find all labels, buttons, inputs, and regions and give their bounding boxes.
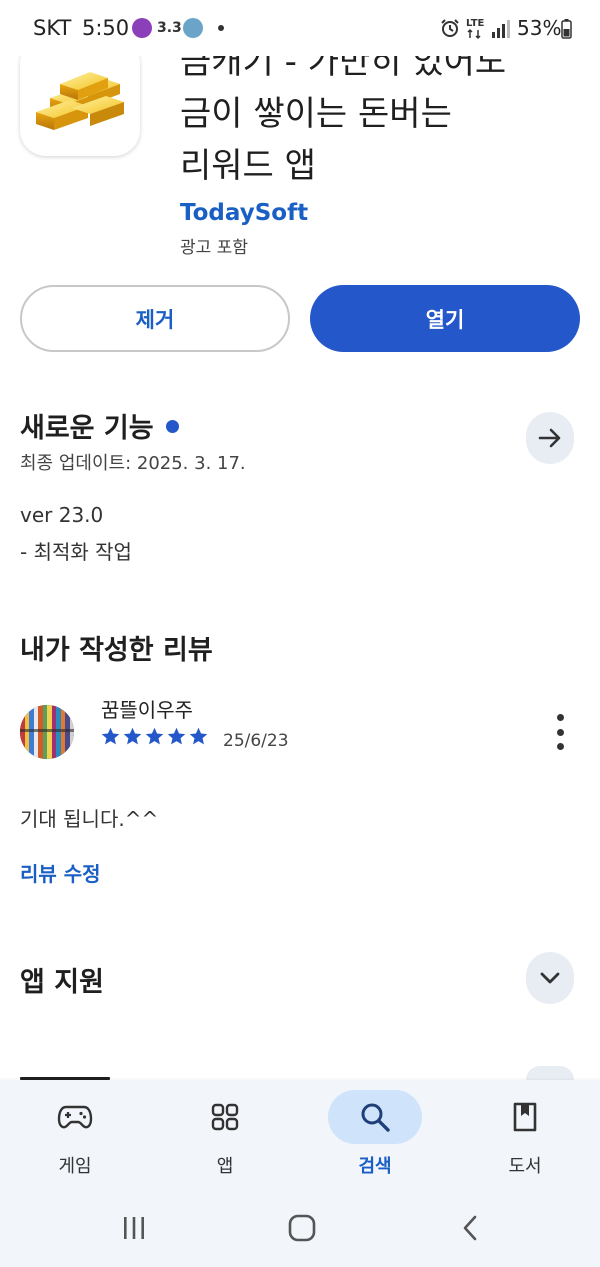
battery-percent: 53% bbox=[517, 16, 562, 40]
notification-game-icon bbox=[183, 18, 203, 38]
nav-icon-pill-active bbox=[328, 1090, 422, 1144]
app-support-heading[interactable]: 앱 지원 bbox=[20, 960, 104, 999]
nav-label-apps: 앱 bbox=[216, 1156, 234, 1177]
bottom-navigation: 게임 앱 검색 도서 bbox=[0, 1080, 600, 1190]
notification-badge-text: 3.3 bbox=[157, 20, 182, 36]
recent-apps-icon bbox=[124, 1217, 144, 1239]
app-title-line-2: 금이 쌓이는 돈버는 bbox=[180, 94, 452, 134]
app-title-line-3: 리워드 앱 bbox=[180, 146, 316, 186]
nav-label-games: 게임 bbox=[58, 1156, 92, 1177]
back-button[interactable] bbox=[450, 1210, 490, 1246]
uninstall-button[interactable]: 제거 bbox=[20, 285, 290, 352]
new-indicator-dot-icon bbox=[165, 420, 179, 433]
nav-tab-search[interactable]: 검색 bbox=[300, 1080, 450, 1190]
contains-ads-note: 광고 포함 bbox=[180, 238, 248, 258]
nav-tab-games[interactable]: 게임 bbox=[0, 1080, 150, 1190]
chevron-down-icon bbox=[540, 972, 560, 984]
nav-icon-pill bbox=[178, 1090, 272, 1144]
whats-new-arrow-button[interactable] bbox=[526, 412, 574, 464]
battery-icon bbox=[561, 19, 572, 39]
my-review-heading: 내가 작성한 리뷰 bbox=[20, 635, 213, 666]
book-icon bbox=[513, 1102, 537, 1132]
lte-signal-icon: LTE bbox=[466, 18, 510, 40]
review-date: 25/6/23 bbox=[223, 731, 289, 751]
apps-grid-icon bbox=[211, 1103, 239, 1131]
clock: 5:50 bbox=[82, 16, 130, 40]
whats-new-title: 새로운 기능 bbox=[20, 413, 154, 444]
nav-icon-pill bbox=[478, 1090, 572, 1144]
notification-app-icon bbox=[132, 18, 152, 38]
edit-review-link[interactable]: 리뷰 수정 bbox=[20, 858, 101, 887]
changelog-text: - 최적화 작업 bbox=[20, 540, 132, 564]
more-vert-icon bbox=[556, 714, 564, 721]
version-text: ver 23.0 bbox=[20, 503, 104, 527]
search-icon bbox=[361, 1103, 390, 1132]
back-chevron-icon bbox=[463, 1215, 477, 1241]
next-section-peek bbox=[526, 1066, 574, 1080]
nav-icon-pill bbox=[28, 1090, 122, 1144]
star-icon bbox=[101, 727, 120, 745]
arrow-right-icon bbox=[538, 428, 561, 448]
app-support-expand-button[interactable] bbox=[526, 952, 574, 1004]
last-updated-label: 최종 업데이트: 2025. 3. 17. bbox=[20, 453, 246, 474]
gamepad-icon bbox=[57, 1105, 93, 1129]
svg-text:LTE: LTE bbox=[466, 18, 485, 29]
whats-new-heading: 새로운 기능 bbox=[20, 406, 179, 445]
carrier-label: SKT bbox=[33, 16, 72, 40]
nav-label-books: 도서 bbox=[508, 1156, 542, 1177]
star-rating bbox=[100, 726, 209, 747]
star-icon bbox=[145, 727, 164, 745]
avatar[interactable] bbox=[20, 705, 74, 759]
star-icon bbox=[123, 727, 142, 745]
nav-tab-books[interactable]: 도서 bbox=[450, 1080, 600, 1190]
alarm-icon bbox=[441, 19, 459, 37]
nav-label-search: 검색 bbox=[358, 1156, 392, 1177]
review-more-options-button[interactable] bbox=[548, 714, 572, 750]
reviewer-name: 꿈뜰이우주 bbox=[101, 698, 193, 722]
home-icon bbox=[288, 1214, 316, 1242]
star-icon bbox=[167, 727, 186, 745]
recent-apps-button[interactable] bbox=[114, 1210, 154, 1246]
system-navigation-bar bbox=[0, 1190, 600, 1267]
nav-tab-apps[interactable]: 앱 bbox=[150, 1080, 300, 1190]
status-bar: SKT 5:50 3.3 LTE 53% bbox=[0, 0, 600, 56]
review-text: 기대 됩니다.^^ bbox=[20, 807, 159, 831]
open-button[interactable]: 열기 bbox=[310, 285, 580, 352]
more-notifications-dot-icon bbox=[218, 25, 224, 31]
home-button[interactable] bbox=[282, 1210, 322, 1246]
developer-link[interactable]: TodaySoft bbox=[180, 200, 308, 226]
app-title: 금캐기 - 가만히 있어도 금이 쌓이는 돈버는 리워드 앱 bbox=[180, 36, 580, 192]
star-icon bbox=[189, 727, 208, 745]
